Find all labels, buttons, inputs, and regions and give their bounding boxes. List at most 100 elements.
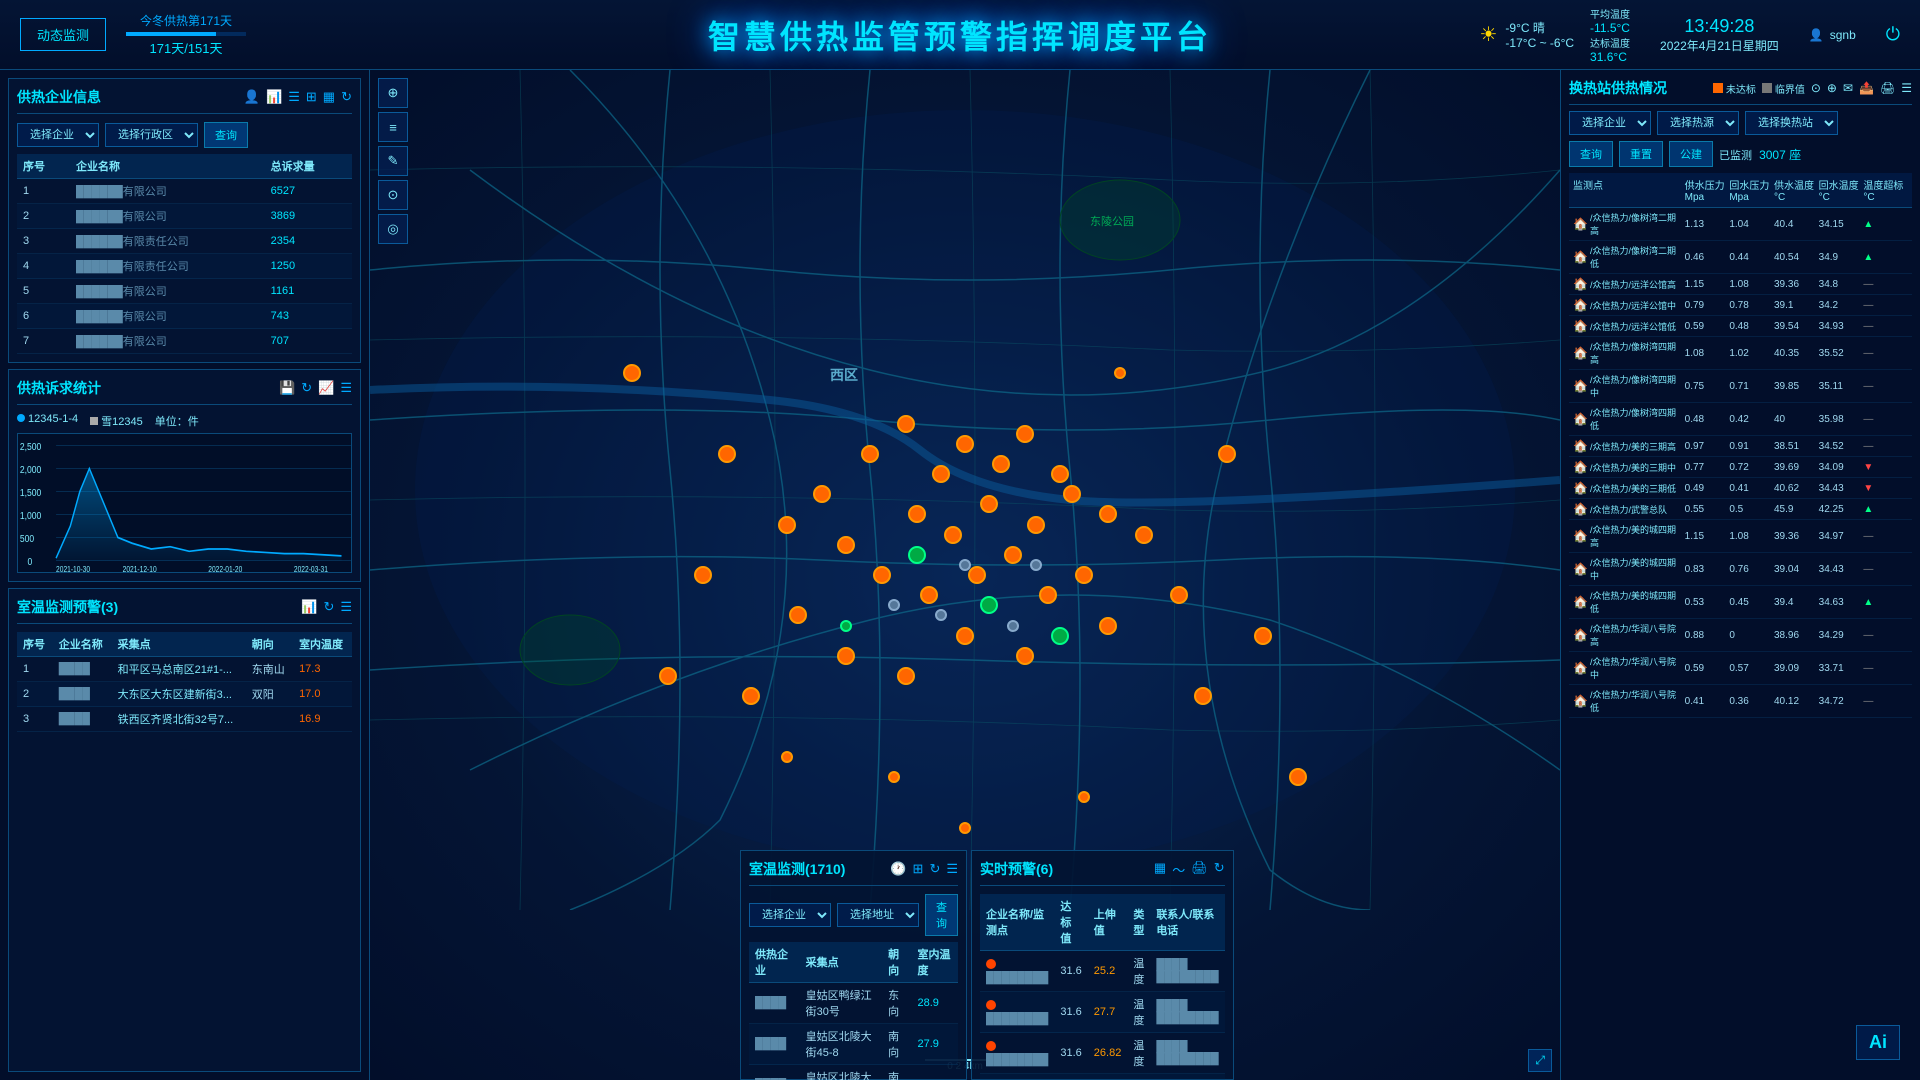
- right-reset-btn[interactable]: 重置: [1619, 141, 1663, 167]
- map-pin-41[interactable]: [1078, 791, 1090, 803]
- district-select[interactable]: 选择行政区: [105, 123, 198, 147]
- map-pin-19[interactable]: [1075, 566, 1093, 584]
- map-pin-20[interactable]: [1135, 526, 1153, 544]
- map-pin-9[interactable]: [908, 505, 926, 523]
- power-icon[interactable]: ⏻: [1886, 24, 1900, 45]
- right-company-select[interactable]: 选择企业: [1569, 111, 1651, 135]
- map-pin-11[interactable]: [1027, 516, 1045, 534]
- map-pin-gray-1[interactable]: [935, 609, 947, 621]
- list-item[interactable]: 🏠/众信热力/美的城四期高 1.15 1.08 39.36 34.97 —: [1569, 520, 1912, 553]
- map-pin-42[interactable]: [959, 822, 971, 834]
- map-pin-37[interactable]: [1254, 627, 1272, 645]
- map-pin-gray-5[interactable]: [1030, 559, 1042, 571]
- map-pin-6[interactable]: [1016, 425, 1034, 443]
- list-item[interactable]: 🏠/众信热力/远洋公馆低 0.59 0.48 39.54 34.93 —: [1569, 316, 1912, 337]
- map-pin-43[interactable]: [888, 771, 900, 783]
- map-pin-34[interactable]: [1170, 586, 1188, 604]
- list-item[interactable]: 🏠/众信热力/武警总队 0.55 0.5 45.9 42.25 ▲: [1569, 499, 1912, 520]
- map-pin-8[interactable]: [980, 495, 998, 513]
- map-pin-36[interactable]: [1194, 687, 1212, 705]
- rt-query-button[interactable]: 查询: [925, 894, 958, 936]
- bar-icon[interactable]: ▦: [1154, 860, 1166, 879]
- list-item[interactable]: 🏠/众信热力/华润八号院中 0.59 0.57 39.09 33.71 —: [1569, 652, 1912, 685]
- list-item[interactable]: 🏠/众信热力/华润八号院高 0.88 0 38.96 34.29 —: [1569, 619, 1912, 652]
- list-item[interactable]: 🏠/众信热力/远洋公馆中 0.79 0.78 39.1 34.2 —: [1569, 295, 1912, 316]
- map-pin-4[interactable]: [956, 435, 974, 453]
- table-row[interactable]: ████████31.627.7温度████ ████████: [980, 992, 1225, 1033]
- table-row[interactable]: ████皇姑区北陵大街45-8南向27.9: [749, 1024, 958, 1065]
- map-pin-29[interactable]: [837, 647, 855, 665]
- map-pin-32[interactable]: [1016, 647, 1034, 665]
- map-pin-33[interactable]: [1099, 617, 1117, 635]
- table-row[interactable]: ████████31.626.82温度████ ████████: [980, 1033, 1225, 1074]
- table-row[interactable]: 2████大东区大东区建新街3...双阳17.0: [17, 682, 352, 707]
- list-item[interactable]: 🏠/众信热力/像树湾二期高 1.13 1.04 40.4 34.15 ▲: [1569, 208, 1912, 241]
- map-pin-5[interactable]: [992, 455, 1010, 473]
- table-row[interactable]: ████皇姑区鸭绿江街30号东向28.9: [749, 983, 958, 1024]
- map-pin-16[interactable]: [968, 566, 986, 584]
- rt-addr-select[interactable]: 选择地址: [837, 903, 919, 927]
- map-pin-22[interactable]: [778, 516, 796, 534]
- map-pin-green-3[interactable]: [1051, 627, 1069, 645]
- table-row[interactable]: ████████31.626.7温度████ ████████: [980, 1074, 1225, 1080]
- list-item[interactable]: 🏠/众信热力/美的三期中 0.77 0.72 39.69 34.09 ▼: [1569, 457, 1912, 478]
- right-icon4[interactable]: 📤: [1859, 81, 1874, 95]
- table-row[interactable]: 1██████有限公司6527: [17, 179, 352, 204]
- map-pin-26[interactable]: [694, 566, 712, 584]
- map-pin-30[interactable]: [897, 667, 915, 685]
- list-icon[interactable]: ☰: [288, 89, 300, 105]
- company-select[interactable]: 选择企业: [17, 123, 99, 147]
- list-item[interactable]: 🏠/众信热力/美的三期高 0.97 0.91 38.51 34.52 —: [1569, 436, 1912, 457]
- grid-icon[interactable]: ⊞: [306, 89, 317, 105]
- list-item[interactable]: 🏠/众信热力/华润八号院低 0.41 0.36 40.12 34.72 —: [1569, 685, 1912, 718]
- map-draw-button[interactable]: ✎: [378, 146, 408, 176]
- map-pin-40[interactable]: [1114, 367, 1126, 379]
- zoom-in-button[interactable]: ⊕: [378, 78, 408, 108]
- list-icon4[interactable]: ☰: [946, 861, 958, 877]
- map-layers-button[interactable]: ≡: [378, 112, 408, 142]
- map-pin-23[interactable]: [837, 536, 855, 554]
- refresh-icon[interactable]: ↻: [341, 89, 352, 105]
- table-row[interactable]: 4██████有限责任公司1250: [17, 254, 352, 279]
- map-pin-1[interactable]: [861, 445, 879, 463]
- save-icon[interactable]: 💾: [279, 380, 295, 396]
- right-pub-btn[interactable]: 公建: [1669, 141, 1713, 167]
- map-pin-7[interactable]: [1051, 465, 1069, 483]
- map-pin-10[interactable]: [944, 526, 962, 544]
- wave-icon[interactable]: 〜: [1172, 860, 1185, 879]
- map-pin-24[interactable]: [789, 606, 807, 624]
- right-icon6[interactable]: ☰: [1901, 81, 1912, 95]
- ai-button[interactable]: Ai: [1856, 1025, 1900, 1060]
- right-icon1[interactable]: ⊙: [1811, 81, 1821, 95]
- table-row[interactable]: 7██████有限公司707: [17, 329, 352, 354]
- map-circle-button[interactable]: ◎: [378, 214, 408, 244]
- table-icon[interactable]: ▦: [323, 89, 335, 105]
- map-locate-button[interactable]: ⊙: [378, 180, 408, 210]
- right-icon5[interactable]: 🖨: [1880, 81, 1895, 95]
- table-row[interactable]: 3██████有限责任公司2354: [17, 229, 352, 254]
- map-pin-35[interactable]: [1218, 445, 1236, 463]
- map-pin-17[interactable]: [1004, 546, 1022, 564]
- map-pin-2[interactable]: [897, 415, 915, 433]
- list-item[interactable]: 🏠/众信热力/美的城四期中 0.83 0.76 39.04 34.43 —: [1569, 553, 1912, 586]
- table-row[interactable]: 2██████有限公司3869: [17, 204, 352, 229]
- table-row[interactable]: 3████铁西区齐贤北街32号7...16.9: [17, 707, 352, 732]
- list-item[interactable]: 🏠/众信热力/美的城四期低 0.53 0.45 39.4 34.63 ▲: [1569, 586, 1912, 619]
- map-pin-27[interactable]: [659, 667, 677, 685]
- map-pin-38[interactable]: [623, 364, 641, 382]
- map-pin-13[interactable]: [1099, 505, 1117, 523]
- right-query-btn[interactable]: 查询: [1569, 141, 1613, 167]
- map-pin-21[interactable]: [813, 485, 831, 503]
- list-item[interactable]: 🏠/众信热力/美的三期低 0.49 0.41 40.62 34.43 ▼: [1569, 478, 1912, 499]
- refresh-icon4[interactable]: ↻: [929, 861, 940, 877]
- person-icon[interactable]: 👤: [244, 89, 260, 105]
- list-item[interactable]: 🏠/众信热力/像树湾二期低 0.46 0.44 40.54 34.9 ▲: [1569, 241, 1912, 274]
- list-item[interactable]: 🏠/众信热力/像树湾四期高 1.08 1.02 40.35 35.52 —: [1569, 337, 1912, 370]
- map-pin-44[interactable]: [781, 751, 793, 763]
- table-row[interactable]: 5██████有限公司1161: [17, 279, 352, 304]
- refresh-icon5[interactable]: ↻: [1214, 860, 1225, 879]
- map-pin-green-1[interactable]: [980, 596, 998, 614]
- map-pin-3[interactable]: [932, 465, 950, 483]
- bar-chart-icon[interactable]: 📊: [301, 599, 317, 615]
- map-pin-gray-2[interactable]: [1007, 620, 1019, 632]
